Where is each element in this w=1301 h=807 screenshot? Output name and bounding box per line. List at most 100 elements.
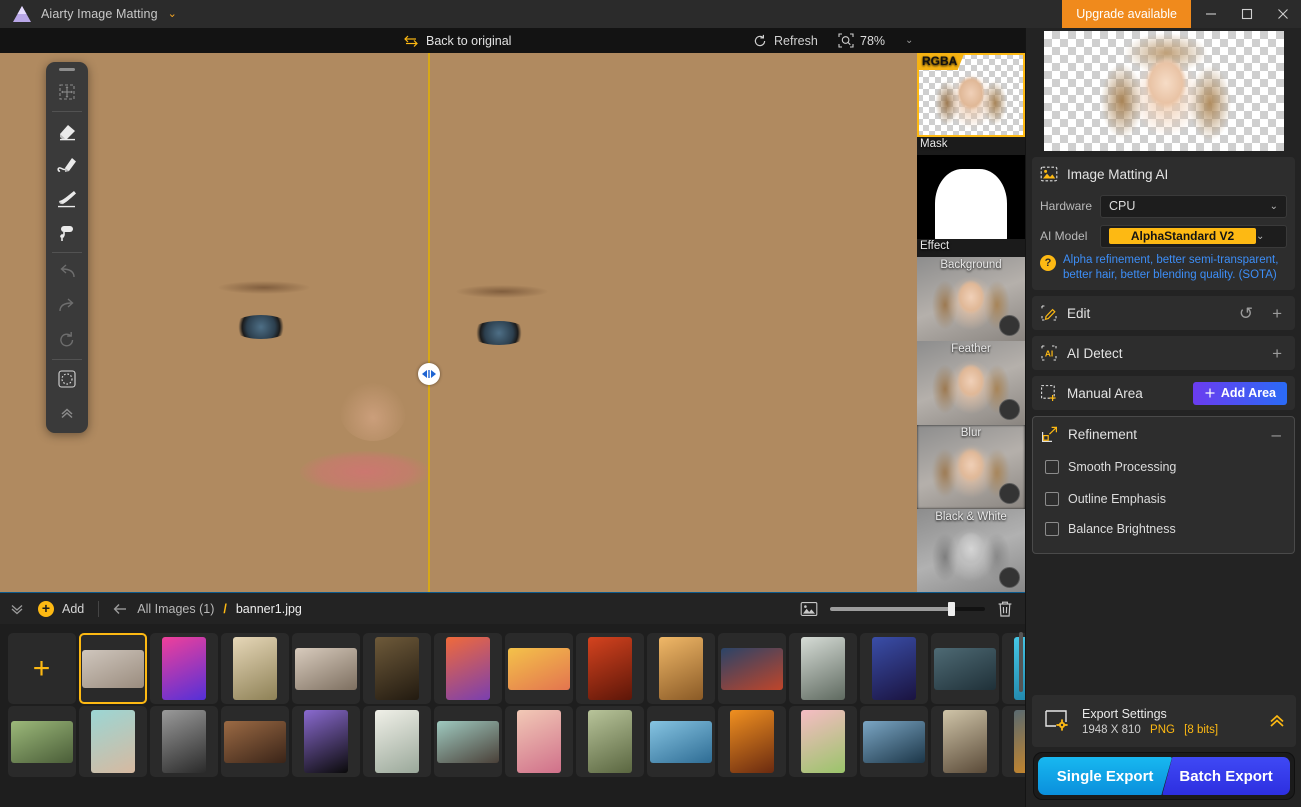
redo-tool[interactable] <box>46 289 88 323</box>
ai-detect-add-button[interactable]: + <box>1267 345 1287 362</box>
option-outline-emphasis[interactable]: Outline Emphasis <box>1033 483 1294 515</box>
thumb-afro-portrait[interactable] <box>434 706 502 777</box>
thumb-moon-mountain[interactable] <box>931 633 999 704</box>
minimize-button[interactable] <box>1193 0 1229 28</box>
slider-knob[interactable] <box>948 602 955 616</box>
help-icon[interactable]: ? <box>1040 255 1056 271</box>
ai-model-select[interactable]: AlphaStandard V2 ⌄ <box>1100 225 1287 248</box>
edit-header[interactable]: Edit ↺ + <box>1032 296 1295 330</box>
image-canvas[interactable] <box>0 53 917 592</box>
thumb-pink-flowers[interactable] <box>789 706 857 777</box>
thumbnail-size-slider[interactable] <box>830 607 985 611</box>
title-dropdown-caret[interactable]: ⌄ <box>168 9 177 20</box>
app-logo-icon <box>12 5 32 23</box>
collapse-strip-button[interactable] <box>10 603 24 615</box>
thumb-car-sunset[interactable] <box>434 633 502 704</box>
compare-divider[interactable] <box>428 53 430 592</box>
compare-slider-handle[interactable] <box>418 363 440 385</box>
balance-brightness-checkbox[interactable] <box>1045 522 1059 536</box>
breadcrumb-all-images[interactable]: All Images (1) <box>137 602 214 616</box>
thumb-oranges-flatlay[interactable] <box>1002 706 1026 777</box>
thumb-rainbow-makeup[interactable] <box>505 706 573 777</box>
selection-tool[interactable] <box>46 362 88 396</box>
undo-tool[interactable] <box>46 255 88 289</box>
thumb-bride-veil[interactable] <box>931 706 999 777</box>
thumb-white-village[interactable] <box>363 706 431 777</box>
thumb-beach-jump[interactable] <box>647 706 715 777</box>
thumb-evening-street[interactable] <box>718 633 786 704</box>
breadcrumb-back-icon[interactable] <box>113 603 128 615</box>
thumb-lake-girl[interactable] <box>8 706 76 777</box>
add-image-tile[interactable]: + <box>8 633 76 704</box>
thumb-dancer-blue[interactable] <box>860 633 928 704</box>
thumb-flower-crown-portrait[interactable] <box>221 633 289 704</box>
manual-area-header[interactable]: Manual Area Add Area <box>1032 376 1295 410</box>
ai-detect-header[interactable]: AI AI Detect + <box>1032 336 1295 370</box>
close-button[interactable] <box>1265 0 1301 28</box>
effect-black-white[interactable]: Black & White <box>917 509 1025 592</box>
thumb-field-portrait[interactable] <box>576 706 644 777</box>
strip-scrollbar[interactable] <box>1019 632 1023 692</box>
zoom-dropdown-caret[interactable]: ⌄ <box>905 35 913 46</box>
section-edit: Edit ↺ + <box>1032 296 1295 330</box>
thumb-colorful-arch[interactable] <box>505 633 573 704</box>
export-settings-expand-button[interactable] <box>1268 713 1286 729</box>
hardware-select[interactable]: CPU ⌄ <box>1100 195 1287 218</box>
edit-undo-button[interactable]: ↺ <box>1234 305 1258 322</box>
reset-tool[interactable] <box>46 323 88 357</box>
thumb-red-dress[interactable] <box>576 633 644 704</box>
preview-mask[interactable] <box>917 155 1025 239</box>
thumb-orange-sunset[interactable] <box>718 706 786 777</box>
effect-blur-options[interactable] <box>999 483 1020 504</box>
preview-rgba[interactable]: RGBA <box>917 53 1025 137</box>
add-images-button[interactable]: Add <box>62 602 84 616</box>
thumb-street-walk[interactable] <box>292 633 360 704</box>
paint-roller-tool[interactable] <box>46 216 88 250</box>
collapse-dock[interactable] <box>46 396 88 430</box>
transform-tool[interactable] <box>46 75 88 109</box>
thumb-stairs-portrait[interactable] <box>221 706 289 777</box>
refinement-collapse-button[interactable]: – <box>1267 426 1286 443</box>
thumb-purple-flower[interactable] <box>292 706 360 777</box>
brush-tool[interactable] <box>46 182 88 216</box>
thumb-curly-hair[interactable] <box>789 633 857 704</box>
add-icon: + <box>38 601 54 617</box>
result-preview[interactable] <box>1044 31 1284 151</box>
effect-black-white-options[interactable] <box>999 567 1020 588</box>
image-matting-header[interactable]: Image Matting AI <box>1032 157 1295 191</box>
effect-blur-label: Blur <box>917 427 1025 439</box>
dock-drag-handle[interactable] <box>59 68 75 71</box>
export-settings[interactable]: Export Settings 1948 X 810 PNG [8 bits] <box>1032 695 1296 747</box>
effect-background[interactable]: Background <box>917 257 1025 341</box>
effect-feather-options[interactable] <box>999 399 1020 420</box>
effect-background-options[interactable] <box>999 315 1020 336</box>
delete-icon[interactable] <box>997 600 1013 618</box>
thumbnail-strip[interactable]: + <box>0 624 1025 807</box>
thumb-abstract-pink[interactable] <box>150 633 218 704</box>
back-to-original-button[interactable]: Back to original <box>404 28 511 53</box>
restore-pen-tool[interactable] <box>46 148 88 182</box>
zoom-control[interactable]: 78% ⌄ <box>838 33 913 48</box>
thumb-man-suit[interactable] <box>150 706 218 777</box>
thumb-teal-portrait[interactable] <box>79 706 147 777</box>
maximize-button[interactable] <box>1229 0 1265 28</box>
option-smooth-processing[interactable]: Smooth Processing <box>1033 451 1294 483</box>
add-area-button[interactable]: Add Area <box>1193 382 1287 405</box>
chevron-down-icon: ⌄ <box>1270 201 1278 212</box>
effect-blur[interactable]: Blur <box>917 425 1025 509</box>
option-balance-brightness[interactable]: Balance Brightness <box>1033 515 1294 547</box>
edit-add-button[interactable]: + <box>1267 305 1287 322</box>
thumb-window-portrait[interactable] <box>363 633 431 704</box>
refinement-header[interactable]: Refinement – <box>1033 417 1294 451</box>
single-export-button[interactable]: Single Export <box>1038 757 1172 795</box>
eraser-tool[interactable] <box>46 114 88 148</box>
refresh-button[interactable]: Refresh <box>753 28 818 53</box>
effect-feather[interactable]: Feather <box>917 341 1025 425</box>
smooth-processing-checkbox[interactable] <box>1045 460 1059 474</box>
thumb-golden-hair[interactable] <box>647 633 715 704</box>
thumb-banner1[interactable] <box>79 633 147 704</box>
thumb-water-glass[interactable] <box>860 706 928 777</box>
upgrade-available-button[interactable]: Upgrade available <box>1062 0 1191 28</box>
batch-export-button[interactable]: Batch Export <box>1162 757 1290 795</box>
outline-emphasis-checkbox[interactable] <box>1045 492 1059 506</box>
